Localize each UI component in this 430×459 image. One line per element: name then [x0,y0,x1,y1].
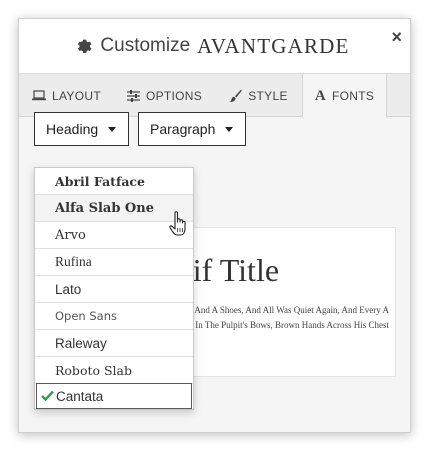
tab-options-label: OPTIONS [145,88,203,103]
checkmark-icon [41,390,54,401]
dialog-title-name: AVANTGARDE [197,33,350,58]
heading-dropdown[interactable]: Heading [34,112,129,146]
tab-fonts[interactable]: A FONTS [302,74,387,118]
font-option-label: Roboto Slab [55,362,133,378]
font-dropdown-menu: Abril Fatface Alfa Slab One Arvo Rufina … [34,167,194,410]
font-option-label: Cantata [56,388,104,404]
tab-layout[interactable]: LAYOUT [19,74,114,117]
font-option-roboto-slab[interactable]: Roboto Slab [35,357,193,384]
heading-dropdown-label: Heading [46,121,99,137]
close-button[interactable]: × [391,28,402,46]
hand-pointer-icon [169,211,186,236]
font-option-label: Rufina [55,254,92,269]
chevron-down-icon [108,126,117,132]
font-preview: Sans-Serif Title Heavy Sea-Boots Among T… [174,227,396,377]
font-option-lato[interactable]: Lato [35,276,193,303]
font-option-label: Lato [55,281,82,297]
paragraph-dropdown[interactable]: Paragraph [138,112,246,146]
tab-fonts-label: FONTS [331,89,375,103]
tab-bar: LAYOUT OPTIONS STYLE A FONTS [19,74,410,118]
dialog-header: Customize AVANTGARDE [19,19,410,74]
font-option-label: Arvo [55,227,86,243]
dialog-title-prefix: Customize [100,35,191,56]
font-option-cantata[interactable]: Cantata [36,383,192,409]
tab-style-label: STYLE [248,88,288,103]
font-option-label: Raleway [55,335,107,351]
font-option-open-sans[interactable]: Open Sans [35,303,193,330]
laptop-icon [32,90,47,101]
tab-layout-label: LAYOUT [52,88,101,103]
preview-body: Heavy Sea-Boots Among The Benches, And A… [175,305,389,330]
tab-options[interactable]: OPTIONS [114,74,215,117]
tab-style[interactable]: STYLE [215,74,302,117]
brush-icon [229,89,243,102]
paragraph-dropdown-label: Paragraph [150,121,216,137]
chevron-down-icon [225,126,234,132]
font-option-abril-fatface[interactable]: Abril Fatface [35,168,193,195]
font-option-raleway[interactable]: Raleway [35,330,193,357]
sliders-icon [126,89,140,102]
font-option-label: Abril Fatface [55,173,145,189]
gear-icon [78,39,92,54]
font-option-label: Alfa Slab One [55,200,154,216]
font-option-label: Open Sans [55,309,117,323]
font-icon: A [314,87,326,104]
font-option-rufina[interactable]: Rufina [35,249,193,276]
